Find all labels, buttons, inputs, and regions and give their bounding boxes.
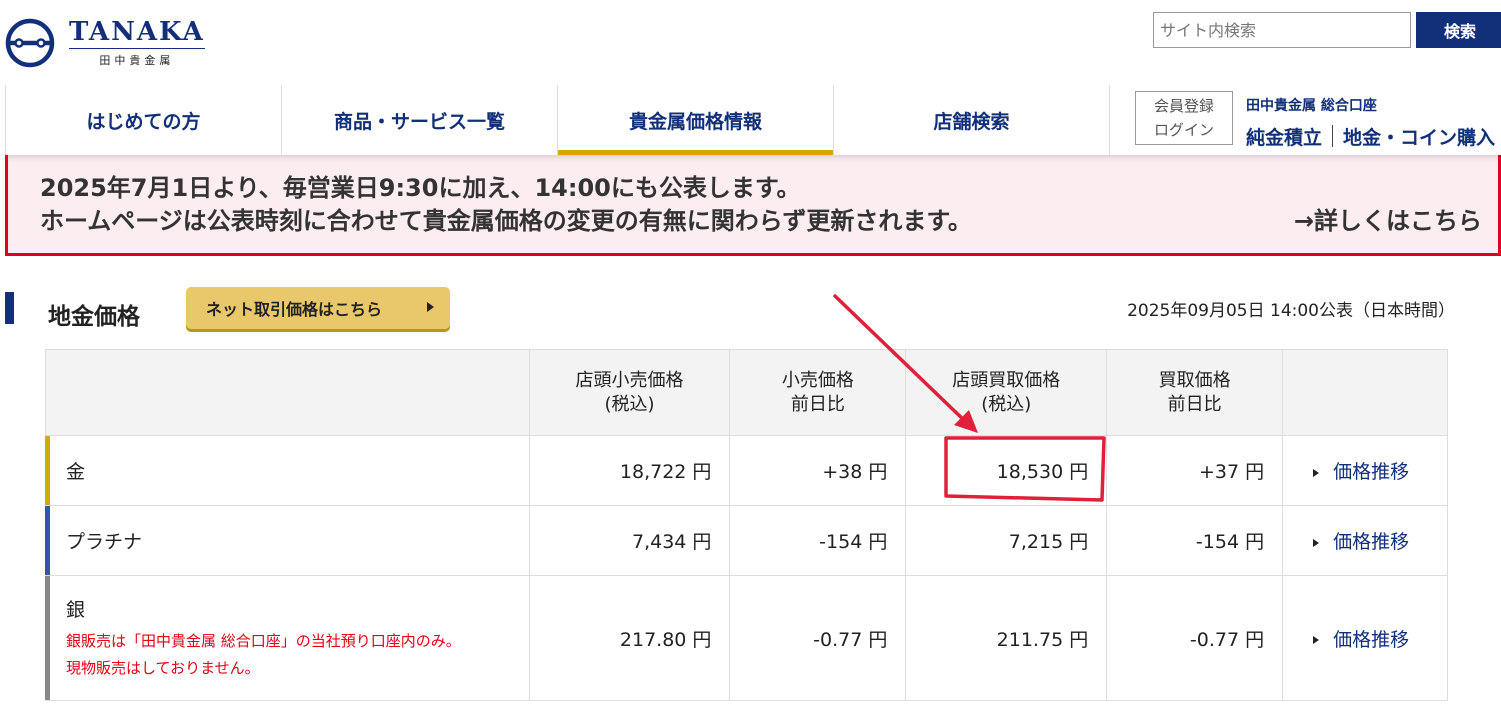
published-time: 2025年09月05日 14:00公表（日本時間） <box>1127 301 1455 321</box>
search-button[interactable]: 検索 <box>1416 12 1501 48</box>
buy-diff: -0.77 円 <box>1106 575 1284 701</box>
notice-details-link[interactable]: →詳しくはこちら <box>1294 201 1482 236</box>
arrow-right-icon <box>427 302 434 312</box>
triangle-right-icon <box>1313 468 1320 477</box>
buy-diff: -154 円 <box>1106 505 1284 576</box>
account-links: 純金積立 地金・コイン購入 <box>1246 123 1495 150</box>
header-retail-diff: 小売価格 前日比 <box>729 349 907 436</box>
net-price-button[interactable]: ネット取引価格はこちら <box>186 287 450 329</box>
link-gold-savings[interactable]: 純金積立 <box>1246 123 1322 150</box>
site-search: 検索 <box>1153 12 1501 48</box>
price-trend-label: 価格推移 <box>1333 461 1410 483</box>
nav-store-search[interactable]: 店舗検索 <box>833 85 1109 155</box>
platinum-color-bar <box>45 506 50 575</box>
silver-note-line1: 銀販売は「田中貴金属 総合口座」の当社預り口座内のみ。 <box>66 631 461 650</box>
header-buy-diff-line2: 前日比 <box>1167 393 1222 415</box>
metal-name: 銀 <box>66 598 86 621</box>
notice-banner[interactable]: 2025年7月1日より、毎営業日9:30に加え、14:00にも公表します。 ホー… <box>5 155 1501 256</box>
metal-name: プラチナ <box>66 531 143 553</box>
price-trend-link[interactable]: 価格推移 <box>1282 505 1448 576</box>
account-area: 会員登録 ログイン 田中貴金属 総合口座 純金積立 地金・コイン購入 <box>1109 85 1501 155</box>
retail-diff: -154 円 <box>729 505 907 576</box>
buy-price: 211.75 円 <box>905 575 1108 701</box>
metal-name-cell: プラチナ <box>45 505 530 576</box>
logo-wordmark: TANAKA <box>69 17 205 49</box>
price-trend-label: 価格推移 <box>1333 531 1410 553</box>
retail-price: 18,722 円 <box>528 435 731 506</box>
section-title: 地金価格 <box>48 304 140 330</box>
header-retail-diff-line1: 小売価格 <box>781 369 854 391</box>
nav-beginners[interactable]: はじめての方 <box>5 85 281 155</box>
silver-sales-note: 銀販売は「田中貴金属 総合口座」の当社預り口座内のみ。 現物販売はしておりません… <box>66 628 529 682</box>
member-register-label: 会員登録 <box>1153 97 1214 115</box>
header-buy: 店頭買取価格 (税込) <box>905 349 1108 436</box>
global-nav: はじめての方 商品・サービス一覧 貴金属価格情報 店舗検索 会員登録 ログイン … <box>5 85 1501 155</box>
triangle-right-icon <box>1313 538 1320 547</box>
header-retail-diff-line2: 前日比 <box>790 393 845 415</box>
price-table: 店頭小売価格 (税込) 小売価格 前日比 店頭買取価格 (税込) 買取価格 前日比 金 … <box>45 349 1448 701</box>
header-trend <box>1282 349 1448 436</box>
section-marker <box>5 292 14 324</box>
price-trend-label: 価格推移 <box>1333 628 1410 651</box>
table-row-platinum: プラチナ 7,434 円 -154 円 7,215 円 -154 円 価格推移 <box>45 505 1448 576</box>
buy-price: 18,530 円 <box>905 435 1108 506</box>
search-input[interactable] <box>1153 12 1411 48</box>
metal-name-cell: 金 <box>45 435 530 506</box>
header-metal <box>45 349 530 436</box>
login-label: ログイン <box>1153 121 1214 139</box>
header-buy-diff-line1: 買取価格 <box>1158 369 1231 391</box>
member-login-button[interactable]: 会員登録 ログイン <box>1135 91 1233 145</box>
retail-diff: +38 円 <box>729 435 907 506</box>
triangle-right-icon <box>1313 636 1320 644</box>
tanaka-logo[interactable]: TANAKA 田中貴金属 <box>5 18 205 68</box>
notice-line-2: ホームページは公表時刻に合わせて貴金属価格の変更の有無に関わらず更新されます。 <box>40 207 972 235</box>
account-title: 田中貴金属 総合口座 <box>1246 98 1377 114</box>
metal-name-cell: 銀 銀販売は「田中貴金属 総合口座」の当社預り口座内のみ。 現物販売はしておりま… <box>45 575 530 701</box>
header-retail: 店頭小売価格 (税込) <box>528 349 731 436</box>
header-buy-line2: (税込) <box>981 393 1032 415</box>
retail-price: 7,434 円 <box>528 505 731 576</box>
buy-diff: +37 円 <box>1106 435 1284 506</box>
header-retail-line1: 店頭小売価格 <box>575 369 684 391</box>
price-trend-link[interactable]: 価格推移 <box>1282 575 1448 701</box>
logo-subtitle: 田中貴金属 <box>99 54 175 67</box>
tanaka-logo-mark-icon <box>5 18 55 68</box>
nav-products[interactable]: 商品・サービス一覧 <box>281 85 557 155</box>
net-price-button-label: ネット取引価格はこちら <box>206 300 383 319</box>
buy-price: 7,215 円 <box>905 505 1108 576</box>
notice-line-1: 2025年7月1日より、毎営業日9:30に加え、14:00にも公表します。 <box>40 174 801 202</box>
metal-name: 金 <box>66 461 86 483</box>
gold-color-bar <box>45 436 50 505</box>
table-row-gold: 金 18,722 円 +38 円 18,530 円 +37 円 価格推移 <box>45 435 1448 506</box>
silver-color-bar <box>45 576 50 700</box>
header-buy-diff: 買取価格 前日比 <box>1106 349 1284 436</box>
table-row-silver: 銀 銀販売は「田中貴金属 総合口座」の当社預り口座内のみ。 現物販売はしておりま… <box>45 575 1448 701</box>
retail-price: 217.80 円 <box>528 575 731 701</box>
silver-note-line2: 現物販売はしておりません。 <box>66 658 260 677</box>
link-divider <box>1332 125 1334 147</box>
header-retail-line2: (税込) <box>604 393 655 415</box>
link-bullion-purchase[interactable]: 地金・コイン購入 <box>1343 123 1495 150</box>
nav-price-info[interactable]: 貴金属価格情報 <box>557 85 833 155</box>
header-buy-line1: 店頭買取価格 <box>952 369 1061 391</box>
price-trend-link[interactable]: 価格推移 <box>1282 435 1448 506</box>
retail-diff: -0.77 円 <box>729 575 907 701</box>
table-header-row: 店頭小売価格 (税込) 小売価格 前日比 店頭買取価格 (税込) 買取価格 前日比 <box>45 349 1448 436</box>
